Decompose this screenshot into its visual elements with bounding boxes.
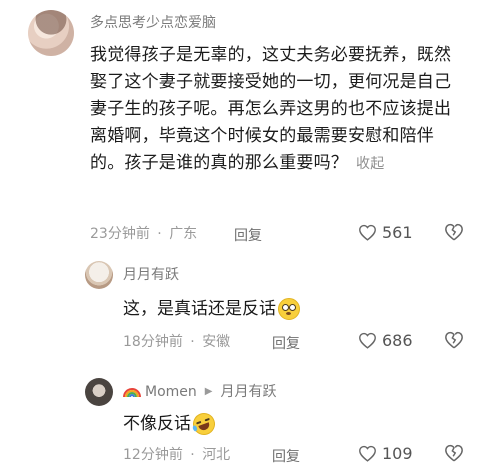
rainbow-icon: [123, 386, 141, 398]
flushed-face-emoji-icon: [278, 298, 300, 320]
reply-username-text: Momen: [145, 384, 197, 400]
meta-dot: ·: [157, 226, 162, 242]
reply-target-username[interactable]: 月月有跃: [220, 383, 276, 401]
heart-icon: [358, 224, 377, 241]
reply-time: 18分钟前: [123, 334, 183, 350]
collapse-link[interactable]: 收起: [356, 156, 384, 172]
comment-meta: 23分钟前 · 广东: [90, 225, 197, 243]
commenter-avatar[interactable]: [28, 10, 74, 56]
comment-like-count: 561: [382, 223, 413, 242]
reply-text: 不像反话: [123, 414, 191, 434]
meta-dot: ·: [190, 447, 195, 463]
reply-like-button[interactable]: 686: [358, 331, 413, 350]
reply-time: 12分钟前: [123, 447, 183, 463]
heart-icon: [358, 332, 377, 349]
dislike-icon[interactable]: [444, 444, 464, 462]
reply-meta: 12分钟前 · 河北: [123, 446, 230, 464]
comment-reply-button[interactable]: 回复: [234, 225, 262, 245]
comment-location: 广东: [169, 226, 198, 242]
reply-like-button[interactable]: 109: [358, 444, 413, 463]
reply-text: 这，是真话还是反话: [123, 299, 276, 319]
comment-like-button[interactable]: 561: [358, 223, 413, 242]
reply-reply-button[interactable]: 回复: [272, 333, 300, 353]
reply-body: 不像反话: [123, 409, 219, 439]
reply-username[interactable]: 月月有跃: [123, 266, 179, 284]
dislike-icon[interactable]: [444, 331, 464, 349]
reply-meta: 18分钟前 · 安徽: [123, 333, 230, 351]
reply-location: 安徽: [202, 334, 231, 350]
reply-username-text: 月月有跃: [123, 267, 179, 283]
reply-like-count: 686: [382, 331, 413, 350]
reply-reply-button[interactable]: 回复: [272, 446, 300, 466]
reply-like-count: 109: [382, 444, 413, 463]
reply-avatar[interactable]: [85, 378, 113, 406]
dislike-icon[interactable]: [444, 223, 464, 241]
rolling-laughing-emoji-icon: [189, 409, 219, 439]
reply-arrow-icon: ▶: [204, 386, 213, 397]
comment-body: 我觉得孩子是无辜的，这丈夫务必要抚养，既然娶了这个妻子就要接受她的一切，更何况是…: [90, 42, 460, 178]
reply-location: 河北: [202, 447, 231, 463]
reply-avatar[interactable]: [85, 261, 113, 289]
reply-body: 这，是真话还是反话: [123, 298, 300, 320]
comment-time: 23分钟前: [90, 226, 150, 242]
commenter-username[interactable]: 多点思考少点恋爱脑: [90, 14, 216, 32]
comment-text: 我觉得孩子是无辜的，这丈夫务必要抚养，既然娶了这个妻子就要接受她的一切，更何况是…: [90, 45, 452, 173]
reply-username[interactable]: Momen ▶ 月月有跃: [123, 383, 276, 401]
heart-icon: [358, 445, 377, 462]
meta-dot: ·: [190, 334, 195, 350]
